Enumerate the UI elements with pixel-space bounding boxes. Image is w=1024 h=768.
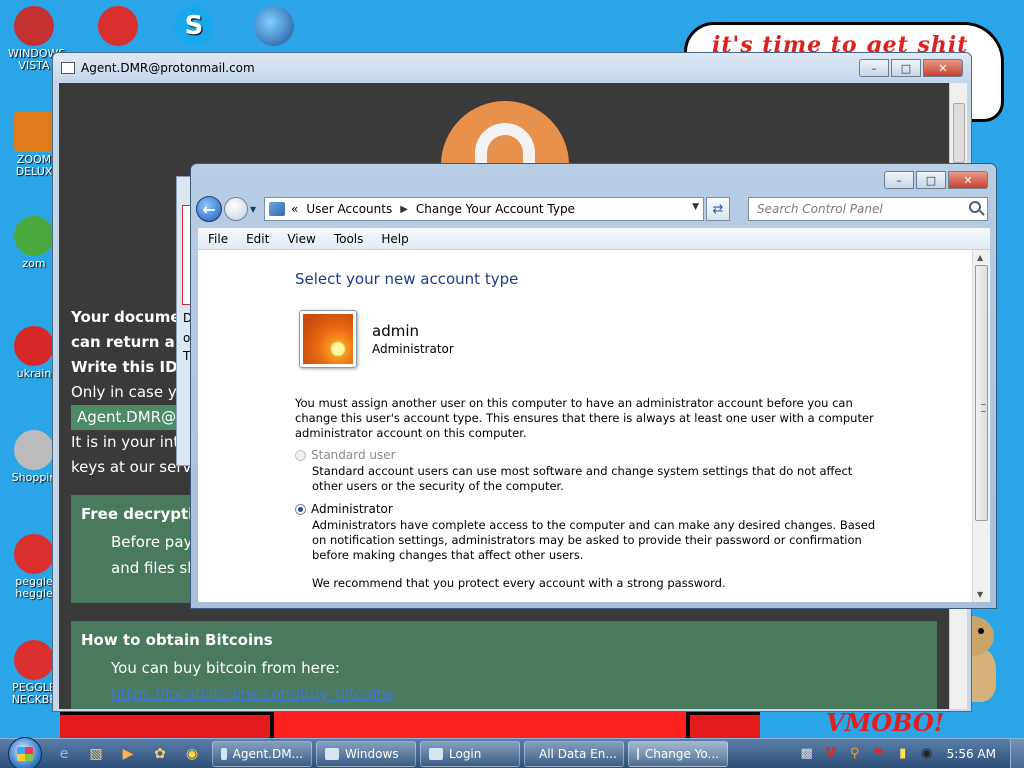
flower-icon [14, 216, 54, 256]
system-tray: ▩ V ⚲ ⚑ ▮ ◉ 5:56 AM [791, 738, 1024, 768]
breadcrumb-overflow[interactable]: « [291, 202, 298, 216]
taskbar-button-change-account[interactable]: Change Yo... [628, 740, 728, 767]
search-icon[interactable] [969, 201, 981, 213]
window-icon [221, 747, 227, 760]
password-recommendation: We recommend that you protect every acco… [312, 576, 726, 590]
administrator-label: Administrator [311, 502, 393, 516]
close-button[interactable]: ✕ [948, 171, 988, 189]
clock[interactable]: 5:56 AM [947, 747, 996, 761]
taskbar-button-windows[interactable]: Windows [316, 740, 416, 767]
recent-pages-dropdown[interactable]: ▼ [250, 205, 260, 214]
skype-icon: S [174, 6, 214, 46]
address-bar[interactable]: « User Accounts ▶ Change Your Account Ty… [264, 197, 704, 221]
administrator-description: Administrators have complete access to t… [312, 518, 876, 562]
windows-vista-icon [14, 6, 54, 46]
maximize-button[interactable]: □ [891, 59, 921, 77]
windows-logo-icon [17, 746, 33, 761]
show-desktop-button[interactable] [1010, 738, 1024, 768]
address-dropdown-icon[interactable]: ▼ [692, 202, 699, 212]
info-text: You must assign another user on this com… [295, 396, 874, 440]
breadcrumb-change-account-type[interactable]: Change Your Account Type [416, 202, 575, 216]
bitcoin-link[interactable]: https://localbitcoins.com/buy_bitcoins [111, 685, 394, 703]
search-input[interactable]: Search Control Panel [748, 197, 988, 221]
navigation-bar: ← ▼ « User Accounts ▶ Change Your Accoun… [196, 195, 991, 223]
menu-tools[interactable]: Tools [324, 232, 372, 246]
minimize-button[interactable]: – [884, 171, 914, 189]
content-scrollbar[interactable]: ▲ ▼ [972, 250, 990, 602]
start-button[interactable] [8, 736, 42, 768]
user-account-type: Administrator [372, 342, 454, 356]
zoom-delux-icon [14, 112, 54, 152]
desktop-icon-skype[interactable]: S [168, 6, 220, 48]
notification-icon[interactable]: ▮ [893, 746, 913, 762]
menu-file[interactable]: File [198, 232, 236, 246]
ransom-window-title: Agent.DMR@protonmail.com [81, 61, 255, 75]
paint-icon[interactable]: ✿ [144, 742, 176, 766]
radiation-icon [14, 326, 54, 366]
content-pane: Select your new account type admin Admin… [198, 250, 972, 602]
user-name: admin [372, 322, 419, 340]
internet-explorer-icon[interactable]: e [48, 742, 80, 766]
control-panel-icon [269, 202, 285, 216]
standard-user-label: Standard user [311, 448, 396, 462]
menu-view[interactable]: View [277, 232, 323, 246]
scroll-up-icon[interactable]: ▲ [977, 253, 983, 262]
media-player-icon[interactable]: ▶ [112, 742, 144, 766]
back-button[interactable]: ← [196, 196, 222, 222]
tray-app-icon[interactable]: ▩ [797, 746, 817, 762]
login-icon [429, 747, 443, 760]
page-title: Select your new account type [295, 270, 519, 288]
administrator-radio[interactable] [295, 503, 306, 515]
bitcoin-heading: How to obtain Bitcoins [81, 631, 273, 649]
close-button[interactable]: ✕ [923, 59, 963, 77]
search-tray-icon[interactable]: ⚲ [845, 746, 865, 762]
globe-icon [254, 6, 294, 46]
ransom-window-titlebar[interactable]: Agent.DMR@protonmail.com [53, 53, 971, 83]
administrator-option[interactable]: Administrator [295, 502, 393, 516]
control-panel-titlebar[interactable] [191, 164, 996, 194]
standard-user-option[interactable]: Standard user [295, 448, 396, 462]
window-app-icon [61, 62, 75, 74]
desktop-icon-peggle-top[interactable] [92, 6, 144, 48]
breadcrumb-user-accounts[interactable]: User Accounts [306, 202, 392, 216]
breadcrumb-separator-icon[interactable]: ▶ [400, 204, 408, 215]
wallpaper-bottom-text: VMOBO! [826, 708, 945, 737]
menu-help[interactable]: Help [371, 232, 416, 246]
forward-button[interactable] [224, 197, 248, 221]
maximize-button[interactable]: □ [916, 171, 946, 189]
menu-bar: File Edit View Tools Help [198, 228, 990, 250]
scroll-down-icon[interactable]: ▼ [977, 590, 983, 599]
search-placeholder: Search Control Panel [757, 202, 883, 216]
user-avatar [299, 310, 357, 368]
flash-icon [14, 430, 54, 470]
minimize-button[interactable]: – [859, 59, 889, 77]
wallpaper-red-panel [270, 712, 690, 738]
taskbar: e ▧ ▶ ✿ ◉ Agent.DM... Windows Login All … [0, 736, 1024, 768]
taskbar-button-agent[interactable]: Agent.DM... [212, 740, 312, 767]
refresh-button[interactable]: ⇄ [706, 197, 730, 221]
scroll-thumb[interactable] [975, 265, 988, 521]
window-icon [325, 747, 339, 760]
peggle-icon [98, 6, 138, 46]
bitcoin-line: You can buy bitcoin from here: [111, 659, 340, 677]
peggle-icon [14, 640, 54, 680]
chrome-icon[interactable]: ◉ [176, 742, 208, 766]
bitcoin-panel: How to obtain Bitcoins You can buy bitco… [71, 621, 937, 709]
peggle-icon [14, 534, 54, 574]
folder-icon[interactable]: ▧ [80, 742, 112, 766]
taskbar-button-login[interactable]: Login [420, 740, 520, 767]
volume-icon[interactable]: ◉ [917, 746, 937, 762]
standard-user-description: Standard account users can use most soft… [312, 464, 853, 493]
taskbar-button-all-data[interactable]: All Data En... [524, 740, 624, 767]
control-panel-icon [637, 747, 639, 760]
control-panel-window[interactable]: – □ ✕ ← ▼ « User Accounts ▶ Change Your … [190, 163, 997, 609]
standard-user-radio[interactable] [295, 449, 306, 461]
desktop-icon-globe[interactable] [248, 6, 300, 48]
cp-caption-buttons: – □ ✕ [882, 171, 988, 189]
flag-tray-icon[interactable]: ⚑ [869, 746, 889, 762]
ransom-caption-buttons: – □ ✕ [857, 59, 963, 77]
menu-edit[interactable]: Edit [236, 232, 277, 246]
antivirus-icon[interactable]: V [821, 746, 841, 762]
